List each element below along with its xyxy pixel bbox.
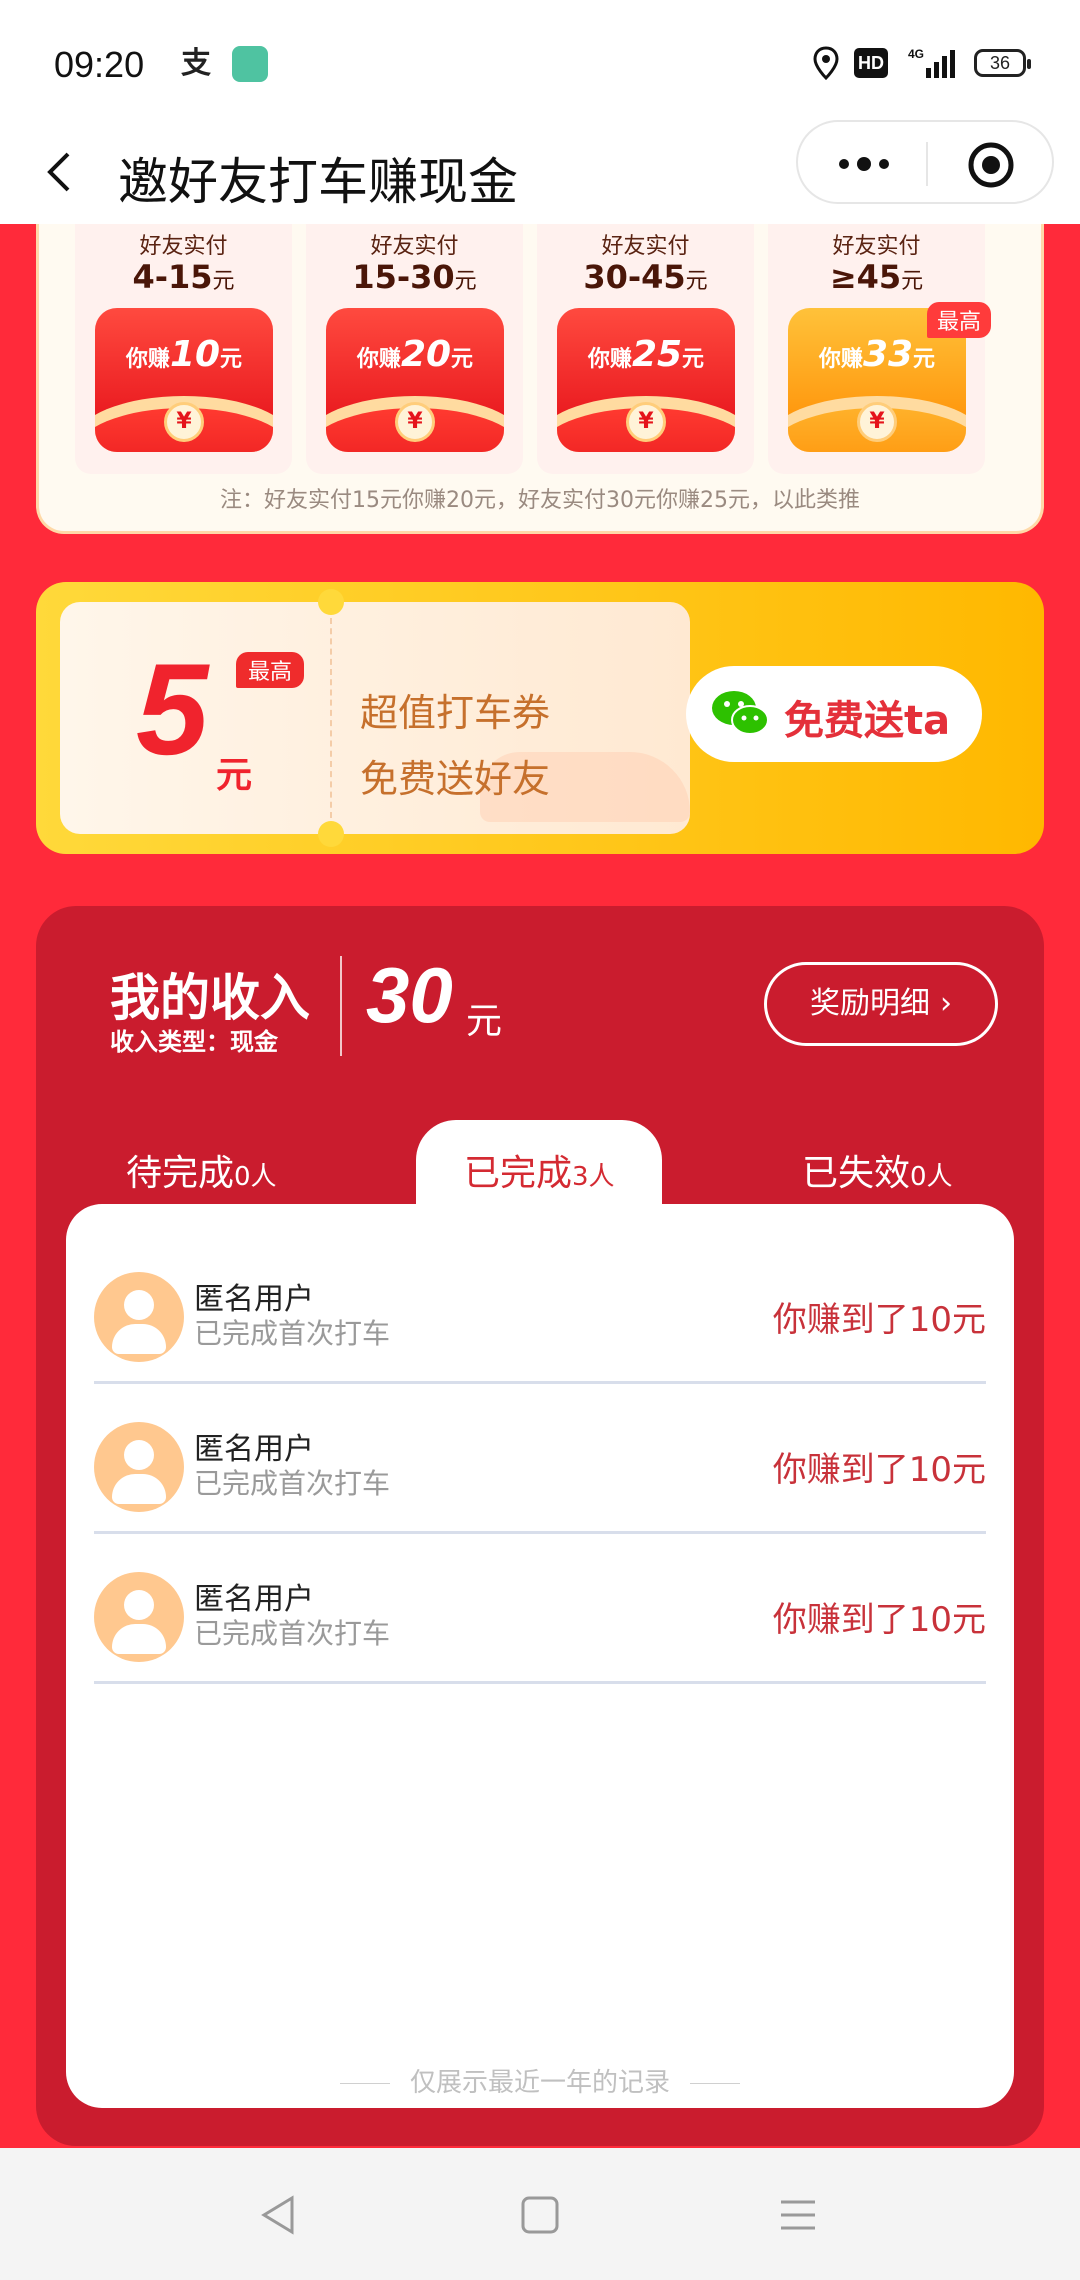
record-row: 匿名用户 已完成首次打车 你赚到了10元: [94, 1534, 986, 1684]
tab-pending[interactable]: 待完成0人: [126, 1144, 277, 1196]
reward-tier: 好友实付 4-15元 你赚10元 ¥: [75, 224, 292, 474]
nav-bar: 邀好友打车赚现金: [0, 120, 1080, 224]
tier-earn: 你赚33元: [818, 334, 936, 375]
avatar: [94, 1572, 184, 1662]
coupon-amount: 5: [136, 636, 209, 782]
yuan-coin-icon: ¥: [626, 402, 666, 442]
income-title: 我的收入: [110, 969, 310, 1027]
ticket-divider: [330, 618, 332, 818]
status-app-icons: 支: [178, 46, 268, 82]
records-list: 匿名用户 已完成首次打车 你赚到了10元 匿名用户 已完成首次打车 你赚到了10…: [66, 1204, 1014, 2108]
alipay-icon: 支: [181, 46, 211, 81]
yuan-coin-icon: ¥: [857, 402, 897, 442]
system-menu-icon[interactable]: [775, 2192, 821, 2238]
tier-label: 好友实付: [139, 234, 228, 259]
status-indicators: HD 4G 36: [812, 46, 1031, 80]
chevron-right-icon: ›: [940, 986, 952, 1021]
coupon-highest-badge: 最高: [236, 652, 305, 688]
share-button-label: 免费送ta: [784, 698, 951, 744]
coupon-subtitle: 免费送好友: [360, 757, 551, 801]
ticket-notch: [318, 589, 344, 615]
coupon-banner[interactable]: 5 元 最高 超值打车券 免费送好友 免费送ta: [36, 582, 1044, 854]
location-icon: [813, 46, 839, 80]
status-bar: 09:20 支 HD 4G 36: [0, 0, 1080, 120]
tier-label: 好友实付: [832, 234, 921, 259]
page-title: 邀好友打车赚现金: [118, 153, 518, 211]
record-row: 匿名用户 已完成首次打车 你赚到了10元: [94, 1234, 986, 1384]
coupon-title: 超值打车券: [360, 691, 551, 735]
tier-range: 4-15元: [132, 258, 235, 296]
income-amount: 30: [366, 951, 453, 1039]
status-time: 09:20: [54, 44, 145, 85]
record-earned: 你赚到了10元: [772, 1300, 986, 1340]
tier-range: ≥45元: [829, 258, 924, 296]
reward-tier: 好友实付 ≥45元 你赚33元 ¥ 最高: [768, 224, 991, 474]
reward-tier: 好友实付 30-45元 你赚25元 ¥: [537, 224, 754, 474]
coupon-unit: 元: [216, 755, 253, 796]
reward-note: 注：好友实付15元你赚20元，好友实付30元你赚25元，以此类推: [220, 488, 860, 513]
system-nav-bar: [0, 2148, 1080, 2280]
tier-range: 30-45元: [583, 258, 708, 296]
coupon-ticket: 5 元 最高 超值打车券 免费送好友: [60, 589, 690, 847]
income-unit: 元: [466, 1001, 503, 1042]
record-earned: 你赚到了10元: [772, 1450, 986, 1490]
record-earned: 你赚到了10元: [772, 1600, 986, 1640]
close-miniapp-icon[interactable]: [966, 140, 1016, 190]
tier-range: 15-30元: [352, 258, 477, 296]
tab-expired[interactable]: 已失效0人: [802, 1144, 953, 1196]
income-panel: 我的收入 收入类型：现金 30 元 奖励明细 › 待完成0人 已完成3人 已失效0…: [36, 906, 1044, 2146]
red-envelope: 你赚25元 ¥: [557, 308, 735, 452]
avatar: [94, 1422, 184, 1512]
record-status: 已完成首次打车: [194, 1317, 391, 1350]
ticket-notch: [318, 821, 344, 847]
tier-label: 好友实付: [370, 234, 459, 259]
highest-badge: 最高: [926, 302, 991, 338]
red-envelope: 你赚10元 ¥: [95, 308, 273, 452]
wechat-icon: [712, 691, 769, 735]
system-back-icon[interactable]: [256, 2192, 302, 2238]
capsule-divider: [926, 142, 928, 186]
hd-badge: HD: [854, 48, 888, 78]
red-envelope: 你赚20元 ¥: [326, 308, 504, 452]
record-row: 匿名用户 已完成首次打车 你赚到了10元: [94, 1384, 986, 1534]
more-dots-icon[interactable]: [834, 150, 894, 178]
share-free-button[interactable]: 免费送ta: [686, 666, 982, 762]
tier-earn: 你赚20元: [356, 334, 474, 375]
system-home-icon[interactable]: [517, 2192, 563, 2238]
miniapp-capsule: [796, 120, 1054, 204]
tier-earn: 你赚10元: [125, 334, 243, 375]
signal-4g-icon: 4G: [908, 47, 955, 78]
back-arrow-icon[interactable]: [40, 142, 80, 202]
reward-tiers: 好友实付 4-15元 你赚10元 ¥ 好友实付 15-30元 你赚20元 ¥ 好…: [75, 224, 991, 474]
record-status: 已完成首次打车: [194, 1617, 391, 1650]
reward-tiers-card: 好友实付 4-15元 你赚10元 ¥ 好友实付 15-30元 你赚20元 ¥ 好…: [36, 224, 1044, 534]
yuan-coin-icon: ¥: [395, 402, 435, 442]
list-footer-note: 仅展示最近一年的记录: [66, 2062, 1014, 2099]
reward-tier: 好友实付 15-30元 你赚20元 ¥: [306, 224, 523, 474]
app-notification-icon: [232, 46, 268, 82]
tier-label: 好友实付: [601, 234, 690, 259]
income-type: 收入类型：现金: [110, 1028, 278, 1056]
battery-icon: 36: [974, 49, 1031, 77]
svg-text:4G: 4G: [908, 47, 924, 61]
tab-completed[interactable]: 已完成3人: [464, 1144, 615, 1196]
tier-earn: 你赚25元: [587, 334, 705, 375]
record-status: 已完成首次打车: [194, 1467, 391, 1500]
avatar: [94, 1272, 184, 1362]
income-divider: [340, 956, 342, 1056]
yuan-coin-icon: ¥: [164, 402, 204, 442]
reward-detail-button[interactable]: 奖励明细 ›: [764, 962, 998, 1046]
